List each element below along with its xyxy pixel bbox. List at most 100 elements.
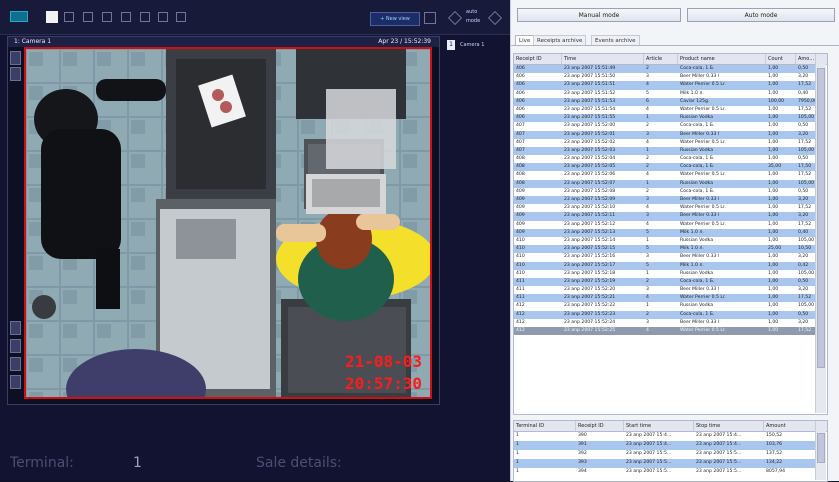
sales-table[interactable]: Terminal ID Receipt ID Start time Stop t… xyxy=(513,420,828,482)
dropdown-icon[interactable] xyxy=(424,12,436,24)
table-row[interactable]: 409 23 anp 2007 15:52:12 4 Water Perrier 0.… xyxy=(514,221,817,229)
sales-table-body: 1 390 23 anp 2007 15:4... 23 anp 2007 15:4.… xyxy=(514,432,817,477)
cell-time: 23 anp 2007 15:52:07 xyxy=(564,180,616,186)
nav-diamond-icon[interactable] xyxy=(447,10,463,26)
sales-scroll-thumb[interactable] xyxy=(817,433,825,463)
table-row[interactable]: 409 23 anp 2007 15:52:11 3 Beer Miller 0.33… xyxy=(514,212,817,221)
layout-4-icon[interactable] xyxy=(46,11,58,23)
camera-tab-label[interactable]: Camera 1 xyxy=(460,42,484,48)
toolbar: + New view auto mode xyxy=(0,0,510,35)
cell-receipt-id: 408 xyxy=(516,180,525,186)
layout-custom-b-icon[interactable] xyxy=(121,12,131,22)
layout-9-icon[interactable] xyxy=(64,12,74,22)
cell-time: 23 anp 2007 15:52:00 xyxy=(564,123,616,129)
table-row[interactable]: 407 23 anp 2007 15:52:00 2 Coca-cola, 1 Б. 1… xyxy=(514,122,817,130)
tab-events-archive[interactable]: Events archive xyxy=(591,35,640,45)
layout-custom-c-icon[interactable] xyxy=(140,12,150,22)
table-row[interactable]: 1 391 23 anp 2007 15:4... 23 anp 2007 15:4.… xyxy=(514,441,817,450)
layout-16-icon[interactable] xyxy=(83,12,93,22)
cell-receipt-id: 394 xyxy=(578,469,587,474)
table-row[interactable]: 406 23 anp 2007 15:51:50 3 Beer Miller 0.33… xyxy=(514,73,817,81)
table-row[interactable]: 412 23 anp 2007 15:52:25 4 Water Perrier 0.… xyxy=(514,327,817,336)
table-row[interactable]: 409 23 anp 2007 15:52:08 2 Coca-cola, 1 Б. 1… xyxy=(514,188,817,196)
col-sales-amount[interactable]: Amount xyxy=(764,421,816,431)
table-row[interactable]: 410 23 anp 2007 15:52:17 5 Milk 1.0 л. 1,00 0… xyxy=(514,261,817,270)
tab-receipts-archive[interactable]: Receipts archive xyxy=(533,35,587,45)
camera-tab-number[interactable]: 1 xyxy=(447,40,455,50)
table-row[interactable]: 410 23 anp 2007 15:52:16 3 Beer Miller 0.33… xyxy=(514,253,817,261)
col-product-name[interactable]: Product name xyxy=(678,54,766,64)
table-row[interactable]: 411 23 anp 2007 15:52:21 4 Water Perrier 0.… xyxy=(514,294,817,303)
col-time[interactable]: Time xyxy=(562,54,644,64)
camera-video-feed[interactable]: 21-08-03 20:57:30 xyxy=(24,47,432,399)
table-row[interactable]: 407 23 anp 2007 15:52:02 4 Water Perrier 0.… xyxy=(514,139,817,147)
cell-amount: 10,50 xyxy=(798,246,812,252)
table-row[interactable]: 409 23 anp 2007 15:52:13 5 Milk 1.0 л. 1,00 0… xyxy=(514,228,817,237)
auto-mode-button[interactable]: Auto mode xyxy=(687,8,835,22)
table-row[interactable]: 410 23 anp 2007 15:52:15 5 Milk 1.0 л. 25,00… xyxy=(514,245,817,254)
table-row[interactable]: 410 23 anp 2007 15:52:14 1 Russian Vodka 1,0… xyxy=(514,237,817,245)
ptz-right-button[interactable] xyxy=(10,339,21,353)
layout-1-icon[interactable] xyxy=(10,11,28,22)
ptz-down-button[interactable] xyxy=(10,357,21,371)
receipts-scroll-thumb[interactable] xyxy=(817,68,825,368)
table-row[interactable]: 406 23 anp 2007 15:51:55 1 Russian Vodka 1,0… xyxy=(514,114,817,123)
table-row[interactable]: 406 23 anp 2007 15:51:51 4 Water Perrier 0.… xyxy=(514,81,817,90)
cell-count: 1,00 xyxy=(768,90,779,96)
col-count[interactable]: Count xyxy=(766,54,796,64)
col-amount[interactable]: Amo... xyxy=(796,54,816,64)
layout-custom-a-icon[interactable] xyxy=(102,12,112,22)
cell-time: 23 anp 2007 15:51:50 xyxy=(564,74,616,80)
cell-receipt-id: 407 xyxy=(516,147,525,153)
table-row[interactable]: 412 23 anp 2007 15:52:23 2 Coca-cola, 1 Б. 1… xyxy=(514,310,817,319)
table-row[interactable]: 406 23 anp 2007 15:51:52 5 Milk 1.0 л. 1,00 0… xyxy=(514,90,817,98)
col-stop-time[interactable]: Stop time xyxy=(694,421,764,431)
camera-window[interactable]: 1: Camera 1 Apr 23 / 15:52:39 21-08-03 2… xyxy=(7,36,440,405)
tab-live[interactable]: Live xyxy=(515,35,535,45)
cell-count: 1,00 xyxy=(768,229,779,235)
table-row[interactable]: 408 23 anp 2007 15:52:06 4 Water Perrier 0.… xyxy=(514,171,817,179)
table-row[interactable]: 1 390 23 anp 2007 15:4... 23 anp 2007 15:4.… xyxy=(514,432,817,441)
layout-custom-e-icon[interactable] xyxy=(176,12,186,22)
table-row[interactable]: 408 23 anp 2007 15:52:05 2 Coca-cola, 1 Б. 3… xyxy=(514,163,817,172)
table-row[interactable]: 412 23 anp 2007 15:52:24 3 Beer Miller 0.33… xyxy=(514,319,817,327)
cell-count: 1,00 xyxy=(768,123,779,129)
table-row[interactable]: 408 23 anp 2007 15:52:07 1 Russian Vodka 1,0… xyxy=(514,179,817,188)
table-row[interactable]: 407 23 anp 2007 15:52:03 1 Russian Vodka 1,0… xyxy=(514,146,817,156)
cell-amount: 105,00 xyxy=(798,303,815,309)
table-row[interactable]: 1 392 23 anp 2007 15:5... 23 anp 2007 15:5.… xyxy=(514,450,817,459)
cell-amount: 105,00 xyxy=(798,270,815,276)
col-receipt-id[interactable]: Receipt ID xyxy=(514,54,562,64)
table-row[interactable]: 406 23 anp 2007 15:51:53 6 Caviar 125g. 100,… xyxy=(514,97,817,106)
cell-product-name: Water Perrier 0.5 Lr. xyxy=(680,295,726,301)
cell-amount: 0,42 xyxy=(798,262,809,268)
col-start-time[interactable]: Start time xyxy=(624,421,694,431)
table-row[interactable]: 406 23 anp 2007 15:51:49 2 Coca-cola, 1 Б. 1… xyxy=(514,65,817,74)
col-terminal-id[interactable]: Terminal ID xyxy=(514,421,576,431)
col-sales-receipt-id[interactable]: Receipt ID xyxy=(576,421,624,431)
col-article[interactable]: Article xyxy=(644,54,678,64)
table-row[interactable]: 410 23 anp 2007 15:52:18 1 Russian Vodka 1,0… xyxy=(514,270,817,278)
table-row[interactable]: 407 23 anp 2007 15:52:01 3 Beer Miller 0.33… xyxy=(514,130,817,139)
ptz-home-button[interactable] xyxy=(10,375,21,389)
receipts-scrollbar[interactable] xyxy=(815,64,826,413)
ptz-up-button[interactable] xyxy=(10,51,21,65)
table-row[interactable]: 1 394 23 anp 2007 15:5... 23 anp 2007 15:5.… xyxy=(514,468,817,477)
table-row[interactable]: 411 23 anp 2007 15:52:19 2 Coca-cola, 1 Б. 1… xyxy=(514,277,817,287)
table-row[interactable]: 409 23 anp 2007 15:52:09 3 Beer Miller 0.33… xyxy=(514,196,817,205)
table-row[interactable]: 408 23 anp 2007 15:52:04 2 Coca-cola, 1 Б. 1… xyxy=(514,155,817,163)
ptz-left-button[interactable] xyxy=(10,321,21,335)
table-row[interactable]: 411 23 anp 2007 15:52:20 3 Beer Miller 0.33… xyxy=(514,286,817,294)
sales-scrollbar[interactable] xyxy=(815,431,826,480)
table-row[interactable]: 1 393 23 anp 2007 15:5... 23 anp 2007 15:5.… xyxy=(514,459,817,468)
table-row[interactable]: 409 23 anp 2007 15:52:10 4 Water Perrier 0.… xyxy=(514,204,817,212)
receipts-table[interactable]: Receipt ID Time Article Product name Cou… xyxy=(513,53,828,415)
table-row[interactable]: 412 23 anp 2007 15:52:22 1 Russian Vodka 1,0… xyxy=(514,302,817,310)
ptz-zoom-button[interactable] xyxy=(10,67,21,81)
cell-article: 3 xyxy=(646,319,649,325)
layout-custom-d-icon[interactable] xyxy=(158,12,168,22)
table-row[interactable]: 406 23 anp 2007 15:51:54 4 Water Perrier 0.… xyxy=(514,106,817,114)
manual-mode-button[interactable]: Manual mode xyxy=(517,8,681,22)
nav-diamond-2-icon[interactable] xyxy=(487,10,503,26)
new-view-button[interactable]: + New view xyxy=(370,12,420,26)
